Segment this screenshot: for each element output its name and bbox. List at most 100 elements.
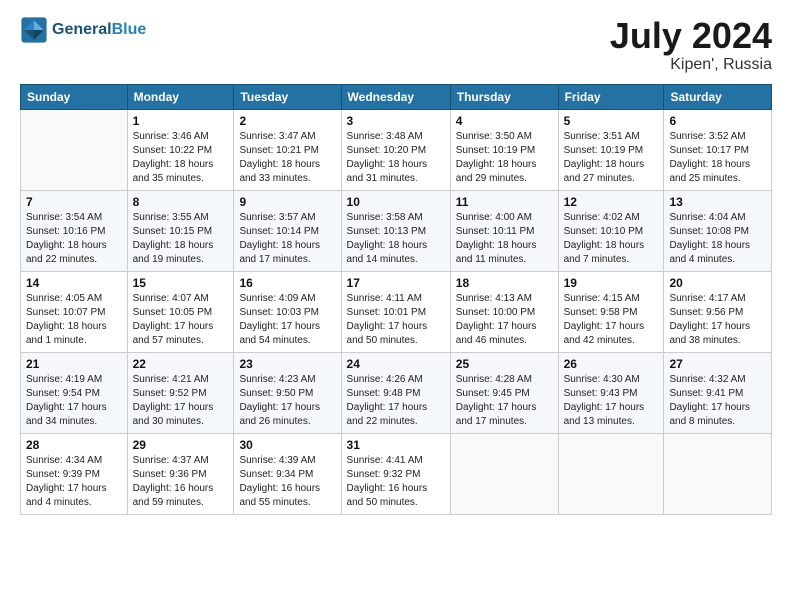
day-info: Sunrise: 4:19 AMSunset: 9:54 PMDaylight:… [26,373,122,429]
calendar-cell: 22 Sunrise: 4:21 AMSunset: 9:52 PMDayligh… [127,352,234,433]
day-info: Sunrise: 3:51 AMSunset: 10:19 PMDaylight… [564,130,659,186]
calendar-cell: 18 Sunrise: 4:13 AMSunset: 10:00 PMDaylig… [450,271,558,352]
day-number: 21 [26,357,122,371]
day-info: Sunrise: 4:05 AMSunset: 10:07 PMDaylight… [26,292,122,348]
calendar-cell: 29 Sunrise: 4:37 AMSunset: 9:36 PMDayligh… [127,433,234,514]
day-info: Sunrise: 4:32 AMSunset: 9:41 PMDaylight:… [669,373,766,429]
day-number: 6 [669,114,766,128]
calendar-cell: 25 Sunrise: 4:28 AMSunset: 9:45 PMDayligh… [450,352,558,433]
calendar-cell: 23 Sunrise: 4:23 AMSunset: 9:50 PMDayligh… [234,352,341,433]
day-number: 28 [26,438,122,452]
day-number: 25 [456,357,553,371]
calendar-cell: 8Sunrise: 3:55 AMSunset: 10:15 PMDayligh… [127,190,234,271]
day-number: 4 [456,114,553,128]
header-saturday: Saturday [664,84,772,109]
logo: GeneralBlue [20,16,146,44]
day-number: 17 [347,276,445,290]
calendar-cell: 7 Sunrise: 3:54 AMSunset: 10:16 PMDayligh… [21,190,128,271]
day-info: Sunrise: 4:37 AMSunset: 9:36 PMDaylight:… [133,454,229,510]
day-info: Sunrise: 4:13 AMSunset: 10:00 PMDaylight… [456,292,553,348]
day-number: 8 [133,195,229,209]
day-number: 18 [456,276,553,290]
day-info: Sunrise: 3:54 AMSunset: 10:16 PMDaylight… [26,211,122,267]
calendar-cell: 21 Sunrise: 4:19 AMSunset: 9:54 PMDayligh… [21,352,128,433]
day-number: 27 [669,357,766,371]
day-number: 12 [564,195,659,209]
day-number: 15 [133,276,229,290]
day-info: Sunrise: 4:28 AMSunset: 9:45 PMDaylight:… [456,373,553,429]
day-info: Sunrise: 4:09 AMSunset: 10:03 PMDaylight… [239,292,335,348]
day-info: Sunrise: 3:58 AMSunset: 10:13 PMDaylight… [347,211,445,267]
day-number: 13 [669,195,766,209]
day-info: Sunrise: 4:41 AMSunset: 9:32 PMDaylight:… [347,454,445,510]
calendar-header-row: SundayMondayTuesdayWednesdayThursdayFrid… [21,84,772,109]
day-info: Sunrise: 3:52 AMSunset: 10:17 PMDaylight… [669,130,766,186]
calendar-cell: 24 Sunrise: 4:26 AMSunset: 9:48 PMDayligh… [341,352,450,433]
day-info: Sunrise: 4:23 AMSunset: 9:50 PMDaylight:… [239,373,335,429]
day-number: 16 [239,276,335,290]
title-block: July 2024 Kipen', Russia [610,16,772,74]
day-info: Sunrise: 4:26 AMSunset: 9:48 PMDaylight:… [347,373,445,429]
calendar-cell: 3Sunrise: 3:48 AMSunset: 10:20 PMDayligh… [341,109,450,190]
day-info: Sunrise: 4:17 AMSunset: 9:56 PMDaylight:… [669,292,766,348]
week-row-2: 14 Sunrise: 4:05 AMSunset: 10:07 PMDaylig… [21,271,772,352]
day-number: 26 [564,357,659,371]
calendar-cell [558,433,664,514]
calendar-cell: 5 Sunrise: 3:51 AMSunset: 10:19 PMDayligh… [558,109,664,190]
calendar-cell: 10 Sunrise: 3:58 AMSunset: 10:13 PMDaylig… [341,190,450,271]
week-row-0: 1 Sunrise: 3:46 AMSunset: 10:22 PMDayligh… [21,109,772,190]
day-info: Sunrise: 4:15 AMSunset: 9:58 PMDaylight:… [564,292,659,348]
day-info: Sunrise: 4:39 AMSunset: 9:34 PMDaylight:… [239,454,335,510]
calendar-title: July 2024 [610,16,772,56]
day-number: 24 [347,357,445,371]
calendar-cell: 17 Sunrise: 4:11 AMSunset: 10:01 PMDaylig… [341,271,450,352]
header-friday: Friday [558,84,664,109]
day-number: 23 [239,357,335,371]
calendar-cell: 26Sunrise: 4:30 AMSunset: 9:43 PMDayligh… [558,352,664,433]
day-number: 11 [456,195,553,209]
day-number: 20 [669,276,766,290]
week-row-4: 28 Sunrise: 4:34 AMSunset: 9:39 PMDayligh… [21,433,772,514]
day-info: Sunrise: 3:47 AMSunset: 10:21 PMDaylight… [239,130,335,186]
day-info: Sunrise: 3:46 AMSunset: 10:22 PMDaylight… [133,130,229,186]
calendar-cell: 20 Sunrise: 4:17 AMSunset: 9:56 PMDayligh… [664,271,772,352]
day-number: 1 [133,114,229,128]
logo-text: GeneralBlue [52,21,146,39]
day-info: Sunrise: 3:57 AMSunset: 10:14 PMDaylight… [239,211,335,267]
week-row-1: 7 Sunrise: 3:54 AMSunset: 10:16 PMDayligh… [21,190,772,271]
day-number: 5 [564,114,659,128]
calendar-cell: 14 Sunrise: 4:05 AMSunset: 10:07 PMDaylig… [21,271,128,352]
day-number: 22 [133,357,229,371]
day-number: 14 [26,276,122,290]
calendar-cell [664,433,772,514]
calendar-cell [21,109,128,190]
page: GeneralBlue July 2024 Kipen', Russia Sun… [0,0,792,612]
calendar-cell: 9Sunrise: 3:57 AMSunset: 10:14 PMDayligh… [234,190,341,271]
calendar-cell: 30Sunrise: 4:39 AMSunset: 9:34 PMDayligh… [234,433,341,514]
day-number: 7 [26,195,122,209]
calendar-cell: 16 Sunrise: 4:09 AMSunset: 10:03 PMDaylig… [234,271,341,352]
day-info: Sunrise: 4:34 AMSunset: 9:39 PMDaylight:… [26,454,122,510]
calendar-cell: 12 Sunrise: 4:02 AMSunset: 10:10 PMDaylig… [558,190,664,271]
day-info: Sunrise: 3:50 AMSunset: 10:19 PMDaylight… [456,130,553,186]
day-info: Sunrise: 4:11 AMSunset: 10:01 PMDaylight… [347,292,445,348]
calendar-cell: 2Sunrise: 3:47 AMSunset: 10:21 PMDayligh… [234,109,341,190]
day-info: Sunrise: 3:48 AMSunset: 10:20 PMDaylight… [347,130,445,186]
day-number: 29 [133,438,229,452]
header-tuesday: Tuesday [234,84,341,109]
calendar-cell: 19 Sunrise: 4:15 AMSunset: 9:58 PMDayligh… [558,271,664,352]
day-number: 19 [564,276,659,290]
calendar-cell: 4 Sunrise: 3:50 AMSunset: 10:19 PMDayligh… [450,109,558,190]
calendar-cell: 6 Sunrise: 3:52 AMSunset: 10:17 PMDayligh… [664,109,772,190]
day-number: 31 [347,438,445,452]
header-monday: Monday [127,84,234,109]
day-info: Sunrise: 4:21 AMSunset: 9:52 PMDaylight:… [133,373,229,429]
calendar-cell: 27 Sunrise: 4:32 AMSunset: 9:41 PMDayligh… [664,352,772,433]
calendar-subtitle: Kipen', Russia [610,56,772,74]
calendar-cell: 13Sunrise: 4:04 AMSunset: 10:08 PMDaylig… [664,190,772,271]
day-info: Sunrise: 4:00 AMSunset: 10:11 PMDaylight… [456,211,553,267]
day-info: Sunrise: 4:02 AMSunset: 10:10 PMDaylight… [564,211,659,267]
header-wednesday: Wednesday [341,84,450,109]
calendar-cell: 11 Sunrise: 4:00 AMSunset: 10:11 PMDaylig… [450,190,558,271]
day-number: 10 [347,195,445,209]
